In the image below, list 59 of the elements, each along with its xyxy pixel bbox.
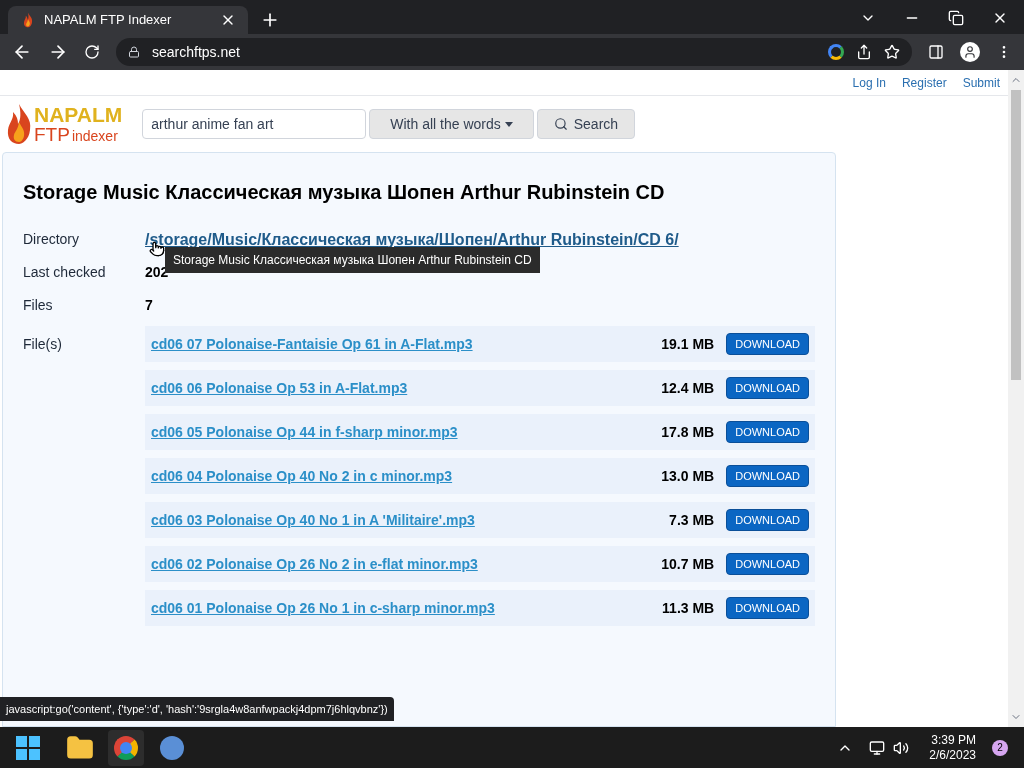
file-size: 11.3 MB	[662, 598, 715, 618]
caret-icon	[504, 121, 513, 127]
detail-label: Last checked	[23, 263, 107, 282]
download-button[interactable]: DOWNLOAD	[726, 509, 809, 531]
side-panel-icon[interactable]	[928, 44, 944, 60]
url-text: searchftps.net	[152, 42, 241, 62]
file-size: 13.0 MB	[661, 466, 715, 486]
top-link[interactable]: Submit	[962, 73, 1000, 92]
tab-title: NAPALM FTP Indexer	[44, 11, 173, 30]
star-icon[interactable]	[884, 44, 900, 60]
tooltip: Storage Music Классическая музыка Шопен Arthur Rubinstein CD	[165, 247, 540, 273]
network-icon[interactable]	[869, 739, 886, 756]
file-size: 19.1 MB	[661, 334, 715, 354]
search-mode-dropdown[interactable]: With all the words	[369, 109, 534, 139]
detail-label: File(s)	[23, 335, 63, 354]
file-size: 12.4 MB	[661, 378, 715, 398]
top-link[interactable]: Register	[901, 73, 947, 92]
file-link[interactable]: cd06 07 Polonaise-Fantaisie Op 61 in A-Flat.mp3	[151, 333, 662, 355]
download-button[interactable]: DOWNLOAD	[726, 421, 809, 443]
file-link[interactable]: cd06 06 Polonaise Op 53 in A-Flat.mp3	[151, 377, 662, 399]
search-field[interactable]: arthur anime fan art	[142, 109, 367, 139]
notification-badge[interactable]: 2	[992, 739, 1008, 756]
reload-icon[interactable]	[84, 44, 100, 60]
download-button[interactable]: DOWNLOAD	[726, 465, 809, 487]
search-button[interactable]: Search	[536, 109, 636, 139]
address-bar[interactable]: searchftps.net	[116, 38, 912, 66]
restore-icon[interactable]	[948, 10, 964, 26]
start-icon[interactable]	[16, 735, 40, 760]
download-button[interactable]: DOWNLOAD	[726, 333, 809, 355]
logo-text: NAPALM	[34, 104, 123, 125]
download-button[interactable]: DOWNLOAD	[726, 377, 809, 399]
volume-icon[interactable]	[893, 739, 910, 756]
detail-label: Directory	[23, 230, 80, 249]
download-button[interactable]: DOWNLOAD	[726, 553, 809, 575]
clock-date[interactable]: 2/6/2023	[929, 747, 976, 763]
browser-tab[interactable]: NAPALM FTP Indexer	[8, 6, 248, 34]
detail-value: 7	[145, 296, 153, 315]
clock-time[interactable]: 3:39 PM	[931, 732, 976, 748]
file-link[interactable]: cd06 04 Polonaise Op 40 No 2 in c minor.mp3	[151, 465, 662, 487]
file-link[interactable]: cd06 01 Polonaise Op 26 No 1 in c-sharp minor.mp3	[151, 597, 663, 619]
file-link[interactable]: cd06 02 Polonaise Op 26 No 2 in e-flat minor.mp3	[151, 553, 662, 575]
file-size: 17.8 MB	[661, 422, 715, 442]
file-size: 10.7 MB	[661, 554, 715, 574]
file-size: 7.3 MB	[669, 510, 715, 530]
file-link[interactable]: cd06 05 Polonaise Op 44 in f-sharp minor.mp3	[151, 421, 662, 443]
lock-icon	[128, 46, 140, 58]
profile-icon[interactable]	[960, 42, 980, 62]
top-link[interactable]: Log In	[852, 73, 886, 92]
logo-text: indexer	[71, 129, 118, 143]
folder-icon[interactable]	[66, 733, 94, 762]
page-title: Storage Music Классическая музыка Шопен Arthur Rubinstein CD	[23, 180, 666, 205]
detail-label: Files	[23, 296, 54, 315]
logo-text: FTP	[34, 125, 70, 144]
file-link[interactable]: cd06 03 Polonaise Op 40 No 1 in A 'Militaire'.mp3	[151, 509, 670, 531]
status-url: javascript:go('content', {'type':'d', 'hash':'9srgla4w8anfwpackj4dpm7j6hlqvbnz'})	[0, 696, 394, 721]
search-icon	[553, 117, 568, 131]
share-icon[interactable]	[856, 44, 872, 60]
download-button[interactable]: DOWNLOAD	[726, 597, 809, 619]
chrome-icon[interactable]	[108, 729, 144, 766]
